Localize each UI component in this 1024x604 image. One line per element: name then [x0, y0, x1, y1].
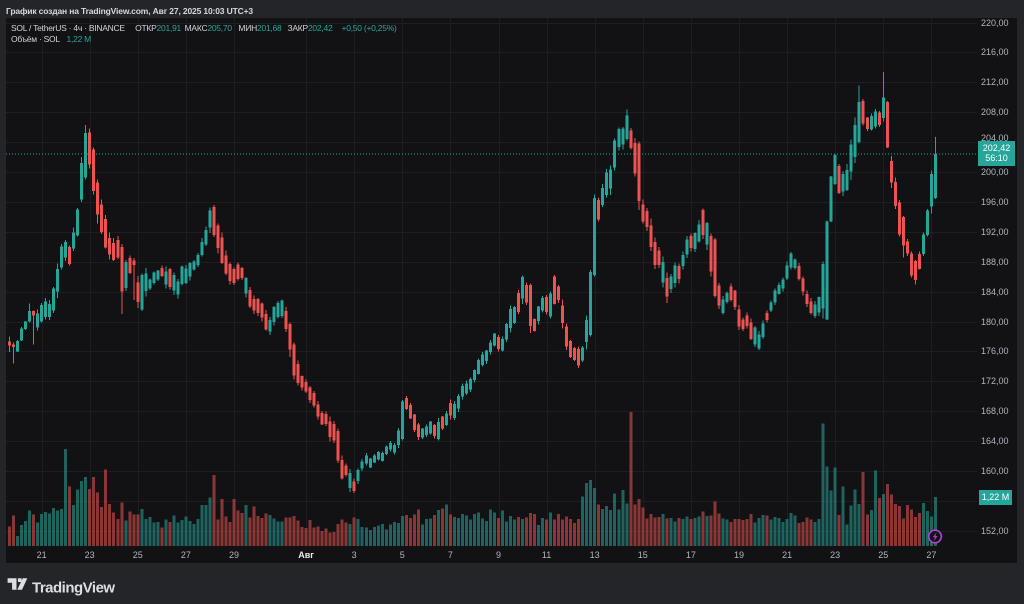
- svg-text:TradingView: TradingView: [32, 579, 115, 596]
